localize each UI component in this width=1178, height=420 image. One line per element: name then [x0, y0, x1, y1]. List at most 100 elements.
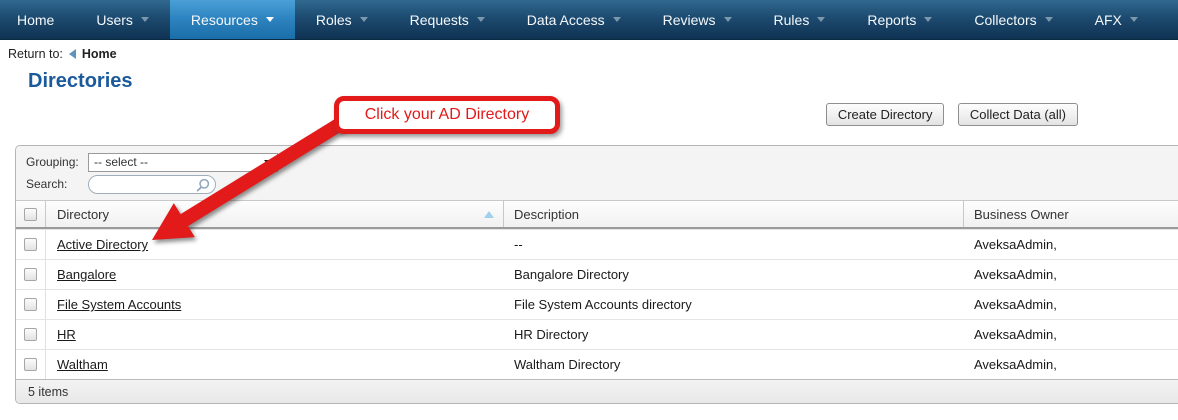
nav-item-data-access[interactable]: Data Access	[506, 0, 642, 39]
chevron-down-icon	[613, 17, 621, 22]
description-cell: File System Accounts directory	[504, 297, 964, 312]
directory-cell: Waltham	[46, 357, 504, 372]
description-cell: Bangalore Directory	[504, 267, 964, 282]
column-header-description[interactable]: Description	[504, 201, 964, 227]
checkbox-cell	[16, 320, 46, 349]
chevron-down-icon	[817, 17, 825, 22]
search-label: Search:	[26, 177, 88, 191]
directory-link[interactable]: HR	[57, 327, 76, 342]
select-all-cell	[16, 201, 46, 227]
annotation-text: Click your AD Directory	[365, 106, 529, 124]
nav-item-label: Data Access	[527, 12, 605, 28]
nav-item-label: Rules	[774, 12, 810, 28]
row-checkbox[interactable]	[24, 298, 37, 311]
nav-item-roles[interactable]: Roles	[295, 0, 389, 39]
nav-item-label: Requests	[410, 12, 469, 28]
sort-ascending-icon	[484, 211, 494, 218]
annotation-callout: Click your AD Directory	[334, 96, 560, 134]
directory-cell: Bangalore	[46, 267, 504, 282]
nav-item-home[interactable]: Home	[0, 0, 75, 39]
return-to-label: Return to:	[8, 47, 63, 61]
nav-item-label: Roles	[316, 12, 352, 28]
nav-item-label: Collectors	[974, 12, 1036, 28]
description-cell: HR Directory	[504, 327, 964, 342]
column-header-business-owner[interactable]: Business Owner	[964, 201, 1178, 227]
nav-item-rules[interactable]: Rules	[753, 0, 847, 39]
table-footer: 5 items	[16, 379, 1178, 403]
directory-cell: Active Directory	[46, 237, 504, 252]
breadcrumb: Return to: Home	[0, 40, 1178, 61]
directories-page: Home Users Resources Roles Requests Data…	[0, 0, 1178, 420]
select-all-checkbox[interactable]	[24, 208, 37, 221]
collect-data-all-button[interactable]: Collect Data (all)	[958, 103, 1078, 126]
table-row: HR HR Directory AveksaAdmin,	[16, 319, 1178, 349]
business-owner-cell: AveksaAdmin,	[964, 357, 1178, 372]
nav-item-users[interactable]: Users	[75, 0, 170, 39]
chevron-down-icon	[266, 17, 274, 22]
nav-item-resources[interactable]: Resources	[170, 0, 295, 39]
create-directory-button[interactable]: Create Directory	[826, 103, 945, 126]
grouping-select[interactable]: -- select --	[88, 153, 278, 172]
page-title: Directories	[28, 70, 1178, 93]
grouping-selected-value: -- select --	[94, 155, 148, 169]
chevron-down-icon	[1130, 17, 1138, 22]
nav-item-afx[interactable]: AFX	[1074, 0, 1159, 39]
grouping-label: Grouping:	[26, 155, 88, 169]
search-row: Search:	[26, 173, 1178, 195]
select-caret-icon	[264, 160, 272, 165]
row-checkbox[interactable]	[24, 238, 37, 251]
nav-item-label: Reports	[867, 12, 916, 28]
description-cell: --	[504, 237, 964, 252]
chevron-down-icon	[1045, 17, 1053, 22]
checkbox-cell	[16, 350, 46, 379]
nav-item-label: Reviews	[663, 12, 716, 28]
chevron-down-icon	[141, 17, 149, 22]
business-owner-cell: AveksaAdmin,	[964, 237, 1178, 252]
directories-panel: Grouping: -- select -- Search:	[15, 145, 1178, 404]
nav-item-reports[interactable]: Reports	[846, 0, 953, 39]
item-count: 5 items	[28, 385, 68, 399]
directory-link[interactable]: Bangalore	[57, 267, 116, 282]
checkbox-cell	[16, 260, 46, 289]
table-toolbar: Grouping: -- select -- Search:	[16, 146, 1178, 201]
checkbox-cell	[16, 290, 46, 319]
directory-link[interactable]: Active Directory	[57, 237, 148, 252]
directory-cell: HR	[46, 327, 504, 342]
business-owner-cell: AveksaAdmin,	[964, 327, 1178, 342]
directory-cell: File System Accounts	[46, 297, 504, 312]
row-checkbox[interactable]	[24, 328, 37, 341]
nav-item-admin[interactable]: Admin	[1159, 0, 1178, 39]
chevron-down-icon	[477, 17, 485, 22]
table-row: Bangalore Bangalore Directory AveksaAdmi…	[16, 259, 1178, 289]
chevron-down-icon	[924, 17, 932, 22]
nav-item-reviews[interactable]: Reviews	[642, 0, 753, 39]
table-row: File System Accounts File System Account…	[16, 289, 1178, 319]
column-header-label: Directory	[57, 207, 109, 222]
nav-item-label: AFX	[1095, 12, 1122, 28]
directory-link[interactable]: Waltham	[57, 357, 108, 372]
row-checkbox[interactable]	[24, 358, 37, 371]
nav-item-collectors[interactable]: Collectors	[953, 0, 1073, 39]
nav-item-requests[interactable]: Requests	[389, 0, 506, 39]
grouping-row: Grouping: -- select --	[26, 151, 1178, 173]
directory-link[interactable]: File System Accounts	[57, 297, 181, 312]
column-header-directory[interactable]: Directory	[46, 201, 504, 227]
chevron-down-icon	[360, 17, 368, 22]
top-nav: Home Users Resources Roles Requests Data…	[0, 0, 1178, 40]
table-row: Waltham Waltham Directory AveksaAdmin,	[16, 349, 1178, 379]
nav-item-label: Home	[17, 12, 54, 28]
back-arrow-icon	[69, 49, 76, 59]
description-cell: Waltham Directory	[504, 357, 964, 372]
chevron-down-icon	[724, 17, 732, 22]
breadcrumb-home-link[interactable]: Home	[82, 47, 117, 61]
column-header-label: Description	[514, 207, 579, 222]
table-row: Active Directory -- AveksaAdmin,	[16, 229, 1178, 259]
business-owner-cell: AveksaAdmin,	[964, 297, 1178, 312]
nav-item-label: Resources	[191, 12, 258, 28]
table-header-row: Directory Description Business Owner	[16, 201, 1178, 229]
row-checkbox[interactable]	[24, 268, 37, 281]
column-header-label: Business Owner	[974, 207, 1069, 222]
search-magnifier-icon	[196, 178, 210, 195]
nav-item-label: Users	[96, 12, 133, 28]
business-owner-cell: AveksaAdmin,	[964, 267, 1178, 282]
